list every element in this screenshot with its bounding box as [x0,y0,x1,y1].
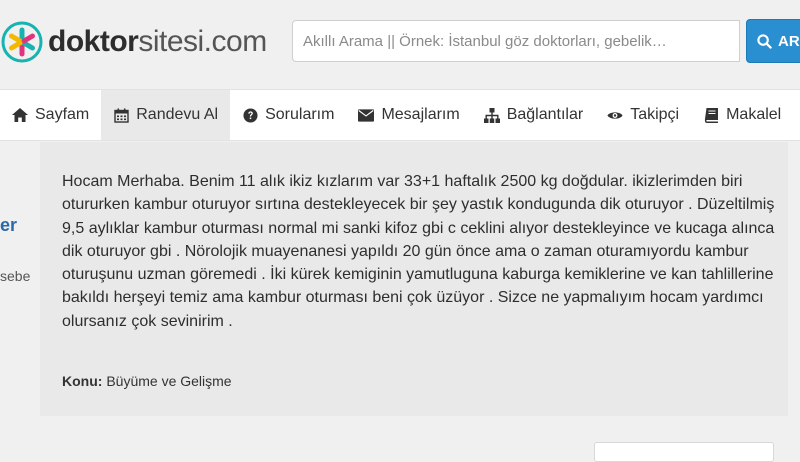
search-button-label: AR [778,32,800,50]
sidebar-name-fragment[interactable]: er [0,215,17,236]
nav-item-sorularim[interactable]: Sorularım [230,90,346,140]
logo-text-light: sitesi.com [138,25,267,58]
nav-item-takipci[interactable]: Takipçi [595,90,691,140]
logo-wordmark: doktorsitesi.com [48,25,267,59]
sitemap-icon [483,107,500,123]
question-circle-icon [242,107,258,123]
site-logo[interactable]: doktorsitesi.com [0,18,267,66]
topic-key: Konu: [62,373,103,389]
nav-label: Takipçi [630,106,680,123]
book-icon [703,107,719,123]
nav-item-sayfam[interactable]: Sayfam [0,90,101,140]
nav-label: Sorularım [265,106,335,123]
logo-text-bold: doktor [48,25,139,58]
calendar-icon [113,107,129,123]
nav-label: Makalel [726,106,782,123]
nav-item-makaleler[interactable]: Makalel [691,90,793,140]
question-text: Hocam Merhaba. Benim 11 alık ikiz kızlar… [62,173,775,330]
main-nav: Sayfam Randevu Al Sorularım Mesajlarım B… [0,89,800,141]
nav-item-baglantilar[interactable]: Bağlantılar [472,90,596,140]
nav-label: Bağlantılar [506,106,584,123]
search-input[interactable] [292,20,740,62]
nav-item-randevu-al[interactable]: Randevu Al [101,90,231,140]
nav-item-mesajlarim[interactable]: Mesajlarım [346,90,471,140]
search-button[interactable]: AR [746,19,800,63]
sidebar-text-fragment: sebe [0,268,31,284]
home-icon [12,107,28,123]
bottom-input-box[interactable] [594,442,774,462]
eye-icon [607,107,623,123]
site-header: doktorsitesi.com AR [0,0,800,88]
logo-asterisk-icon [1,21,43,63]
topic-value[interactable]: Büyüme ve Gelişme [106,373,231,389]
nav-label: Sayfam [35,106,90,123]
search-icon [757,33,772,49]
nav-label: Mesajlarım [381,106,460,123]
question-topic: Konu: Büyüme ve Gelişme [62,373,232,389]
envelope-icon [358,107,375,123]
nav-label: Randevu Al [136,106,219,123]
